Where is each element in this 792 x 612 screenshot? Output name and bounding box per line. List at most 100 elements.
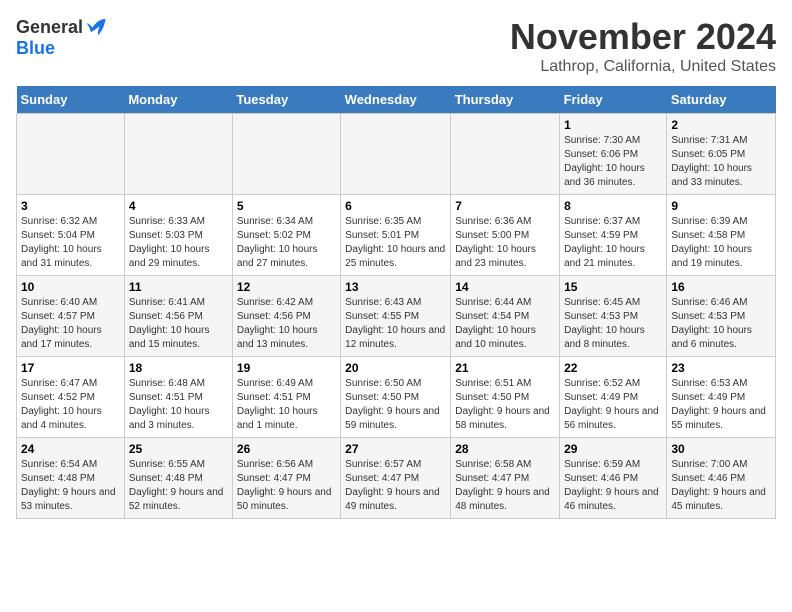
day-info: Sunrise: 6:59 AM Sunset: 4:46 PM Dayligh… — [564, 458, 662, 514]
day-info: Sunrise: 6:53 AM Sunset: 4:49 PM Dayligh… — [671, 377, 771, 433]
day-info: Sunrise: 6:42 AM Sunset: 4:56 PM Dayligh… — [237, 296, 336, 352]
calendar-day-header: Friday — [560, 86, 667, 114]
calendar-cell: 15 Sunrise: 6:45 AM Sunset: 4:53 PM Dayli… — [560, 276, 667, 357]
calendar-cell: 19 Sunrise: 6:49 AM Sunset: 4:51 PM Dayli… — [232, 357, 340, 438]
day-number: 15 — [564, 280, 662, 294]
calendar-cell: 20 Sunrise: 6:50 AM Sunset: 4:50 PM Dayli… — [341, 357, 451, 438]
day-number: 22 — [564, 361, 662, 375]
day-info: Sunrise: 6:43 AM Sunset: 4:55 PM Dayligh… — [345, 296, 446, 352]
day-info: Sunrise: 6:55 AM Sunset: 4:48 PM Dayligh… — [129, 458, 228, 514]
day-number: 26 — [237, 442, 336, 456]
day-info: Sunrise: 6:45 AM Sunset: 4:53 PM Dayligh… — [564, 296, 662, 352]
day-info: Sunrise: 6:44 AM Sunset: 4:54 PM Dayligh… — [455, 296, 555, 352]
calendar-cell: 14 Sunrise: 6:44 AM Sunset: 4:54 PM Dayli… — [451, 276, 560, 357]
calendar-week-row: 1 Sunrise: 7:30 AM Sunset: 6:06 PM Daylig… — [17, 114, 776, 195]
day-number: 29 — [564, 442, 662, 456]
calendar-day-header: Monday — [124, 86, 232, 114]
day-info: Sunrise: 6:49 AM Sunset: 4:51 PM Dayligh… — [237, 377, 336, 433]
calendar-cell: 29 Sunrise: 6:59 AM Sunset: 4:46 PM Dayli… — [560, 438, 667, 519]
day-number: 8 — [564, 199, 662, 213]
calendar-week-row: 17 Sunrise: 6:47 AM Sunset: 4:52 PM Dayli… — [17, 357, 776, 438]
day-number: 19 — [237, 361, 336, 375]
day-info: Sunrise: 7:31 AM Sunset: 6:05 PM Dayligh… — [671, 134, 771, 190]
calendar-cell — [451, 114, 560, 195]
calendar-week-row: 24 Sunrise: 6:54 AM Sunset: 4:48 PM Dayli… — [17, 438, 776, 519]
calendar-day-header: Saturday — [667, 86, 776, 114]
calendar-cell — [341, 114, 451, 195]
day-number: 11 — [129, 280, 228, 294]
day-number: 13 — [345, 280, 446, 294]
day-info: Sunrise: 6:56 AM Sunset: 4:47 PM Dayligh… — [237, 458, 336, 514]
calendar-cell — [17, 114, 125, 195]
calendar-cell: 3Sunrise: 6:32 AM Sunset: 5:04 PM Daylig… — [17, 195, 125, 276]
calendar-day-header: Thursday — [451, 86, 560, 114]
calendar-cell: 26 Sunrise: 6:56 AM Sunset: 4:47 PM Dayli… — [232, 438, 340, 519]
day-info: Sunrise: 6:51 AM Sunset: 4:50 PM Dayligh… — [455, 377, 555, 433]
calendar-cell: 4 Sunrise: 6:33 AM Sunset: 5:03 PM Daylig… — [124, 195, 232, 276]
calendar-header-row: SundayMondayTuesdayWednesdayThursdayFrid… — [17, 86, 776, 114]
logo-general-text: General — [16, 17, 83, 38]
calendar-cell: 8 Sunrise: 6:37 AM Sunset: 4:59 PM Daylig… — [560, 195, 667, 276]
calendar-cell: 16Sunrise: 6:46 AM Sunset: 4:53 PM Dayli… — [667, 276, 776, 357]
day-info: Sunrise: 6:57 AM Sunset: 4:47 PM Dayligh… — [345, 458, 446, 514]
day-info: Sunrise: 6:52 AM Sunset: 4:49 PM Dayligh… — [564, 377, 662, 433]
day-info: Sunrise: 6:34 AM Sunset: 5:02 PM Dayligh… — [237, 215, 336, 271]
calendar-cell: 18 Sunrise: 6:48 AM Sunset: 4:51 PM Dayli… — [124, 357, 232, 438]
calendar-week-row: 3Sunrise: 6:32 AM Sunset: 5:04 PM Daylig… — [17, 195, 776, 276]
calendar-cell: 11 Sunrise: 6:41 AM Sunset: 4:56 PM Dayli… — [124, 276, 232, 357]
day-number: 27 — [345, 442, 446, 456]
day-number: 10 — [21, 280, 120, 294]
calendar-cell: 1 Sunrise: 7:30 AM Sunset: 6:06 PM Daylig… — [560, 114, 667, 195]
day-number: 21 — [455, 361, 555, 375]
day-info: Sunrise: 6:32 AM Sunset: 5:04 PM Dayligh… — [21, 215, 120, 271]
day-number: 6 — [345, 199, 446, 213]
day-number: 4 — [129, 199, 228, 213]
logo: General Blue — [16, 16, 107, 59]
day-info: Sunrise: 6:46 AM Sunset: 4:53 PM Dayligh… — [671, 296, 771, 352]
day-info: Sunrise: 7:30 AM Sunset: 6:06 PM Dayligh… — [564, 134, 662, 190]
calendar-day-header: Wednesday — [341, 86, 451, 114]
calendar-cell — [232, 114, 340, 195]
day-number: 20 — [345, 361, 446, 375]
calendar-cell: 28 Sunrise: 6:58 AM Sunset: 4:47 PM Dayli… — [451, 438, 560, 519]
day-number: 24 — [21, 442, 120, 456]
day-number: 2 — [671, 118, 771, 132]
calendar-cell: 25Sunrise: 6:55 AM Sunset: 4:48 PM Dayli… — [124, 438, 232, 519]
day-info: Sunrise: 6:35 AM Sunset: 5:01 PM Dayligh… — [345, 215, 446, 271]
calendar-cell: 5 Sunrise: 6:34 AM Sunset: 5:02 PM Daylig… — [232, 195, 340, 276]
calendar-cell: 22 Sunrise: 6:52 AM Sunset: 4:49 PM Dayli… — [560, 357, 667, 438]
day-info: Sunrise: 6:37 AM Sunset: 4:59 PM Dayligh… — [564, 215, 662, 271]
title-section: November 2024 Lathrop, California, Unite… — [510, 16, 776, 76]
day-info: Sunrise: 6:47 AM Sunset: 4:52 PM Dayligh… — [21, 377, 120, 433]
day-info: Sunrise: 6:54 AM Sunset: 4:48 PM Dayligh… — [21, 458, 120, 514]
calendar-cell: 9Sunrise: 6:39 AM Sunset: 4:58 PM Daylig… — [667, 195, 776, 276]
subtitle: Lathrop, California, United States — [510, 58, 776, 76]
day-info: Sunrise: 6:58 AM Sunset: 4:47 PM Dayligh… — [455, 458, 555, 514]
day-number: 17 — [21, 361, 120, 375]
calendar-cell: 2 Sunrise: 7:31 AM Sunset: 6:05 PM Daylig… — [667, 114, 776, 195]
day-info: Sunrise: 6:36 AM Sunset: 5:00 PM Dayligh… — [455, 215, 555, 271]
day-info: Sunrise: 6:33 AM Sunset: 5:03 PM Dayligh… — [129, 215, 228, 271]
day-number: 12 — [237, 280, 336, 294]
header: General Blue November 2024 Lathrop, Cali… — [16, 16, 776, 76]
day-number: 5 — [237, 199, 336, 213]
day-number: 28 — [455, 442, 555, 456]
day-number: 30 — [671, 442, 771, 456]
calendar-cell: 6 Sunrise: 6:35 AM Sunset: 5:01 PM Daylig… — [341, 195, 451, 276]
main-title: November 2024 — [510, 16, 776, 58]
calendar-week-row: 10Sunrise: 6:40 AM Sunset: 4:57 PM Dayli… — [17, 276, 776, 357]
day-info: Sunrise: 7:00 AM Sunset: 4:46 PM Dayligh… — [671, 458, 771, 514]
calendar-cell: 10Sunrise: 6:40 AM Sunset: 4:57 PM Dayli… — [17, 276, 125, 357]
calendar-cell: 27 Sunrise: 6:57 AM Sunset: 4:47 PM Dayli… — [341, 438, 451, 519]
calendar-day-header: Tuesday — [232, 86, 340, 114]
calendar-cell: 17 Sunrise: 6:47 AM Sunset: 4:52 PM Dayli… — [17, 357, 125, 438]
calendar-cell: 30 Sunrise: 7:00 AM Sunset: 4:46 PM Dayli… — [667, 438, 776, 519]
day-number: 1 — [564, 118, 662, 132]
day-number: 18 — [129, 361, 228, 375]
day-number: 23 — [671, 361, 771, 375]
day-info: Sunrise: 6:50 AM Sunset: 4:50 PM Dayligh… — [345, 377, 446, 433]
day-info: Sunrise: 6:48 AM Sunset: 4:51 PM Dayligh… — [129, 377, 228, 433]
day-info: Sunrise: 6:41 AM Sunset: 4:56 PM Dayligh… — [129, 296, 228, 352]
day-number: 14 — [455, 280, 555, 294]
calendar-day-header: Sunday — [17, 86, 125, 114]
